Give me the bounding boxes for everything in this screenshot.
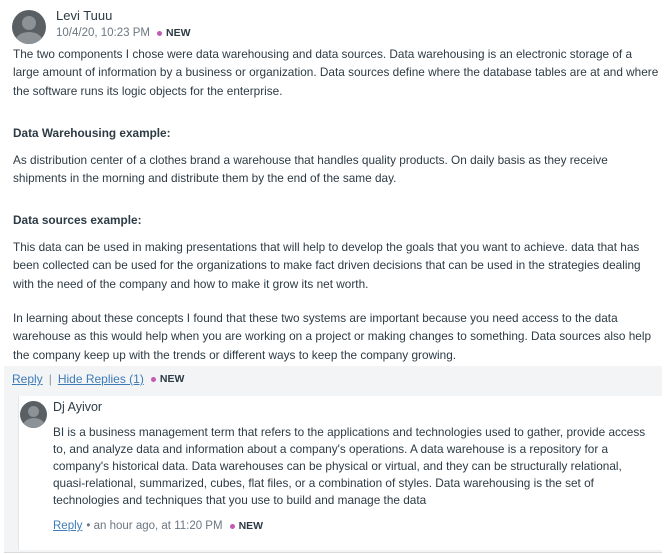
ds-example-heading: Data sources example: (13, 213, 142, 228)
post-body: The two components I chose were data war… (13, 45, 659, 364)
reply-action-bar: Reply • an hour ago, at 11:20 PM NEW (53, 520, 263, 532)
reply-body: BI is a business management term that re… (53, 425, 646, 507)
reply-author-name[interactable]: Dj Ayivor (53, 400, 102, 414)
dw-example-heading: Data Warehousing example: (13, 126, 171, 141)
post-author-name[interactable]: Levi Tuuu (56, 8, 112, 23)
reply-link[interactable]: Reply (53, 520, 82, 532)
user-avatar-icon[interactable] (20, 401, 47, 428)
post-paragraph-conclusion: In learning about these concepts I found… (13, 311, 652, 362)
new-dot-icon (150, 376, 156, 382)
new-badge: NEW (165, 27, 191, 39)
new-dot-icon (229, 523, 235, 529)
post-timestamp: 10/4/20, 10:23 PM (56, 27, 150, 39)
ds-example-text: This data can be used in making presenta… (13, 239, 641, 291)
post-paragraph-intro: The two components I chose were data war… (13, 47, 659, 98)
post-action-bar: Reply | Hide Replies (1) NEW (4, 366, 662, 392)
post-meta: 10/4/20, 10:23 PM NEW (56, 27, 190, 39)
dw-example-text: As distribution center of a clothes bran… (13, 152, 608, 186)
action-separator: | (48, 372, 52, 386)
new-badge: NEW (159, 373, 185, 385)
user-avatar-icon[interactable] (12, 10, 46, 44)
discussion-entry: Levi Tuuu 10/4/20, 10:23 PM NEW The two … (0, 0, 670, 554)
reply-timestamp: • an hour ago, at 11:20 PM (86, 520, 223, 532)
reply-link[interactable]: Reply (12, 372, 43, 386)
hide-replies-link[interactable]: Hide Replies (1) (58, 372, 144, 386)
divider (4, 552, 662, 553)
new-badge: NEW (238, 520, 264, 532)
new-dot-icon (156, 30, 162, 36)
